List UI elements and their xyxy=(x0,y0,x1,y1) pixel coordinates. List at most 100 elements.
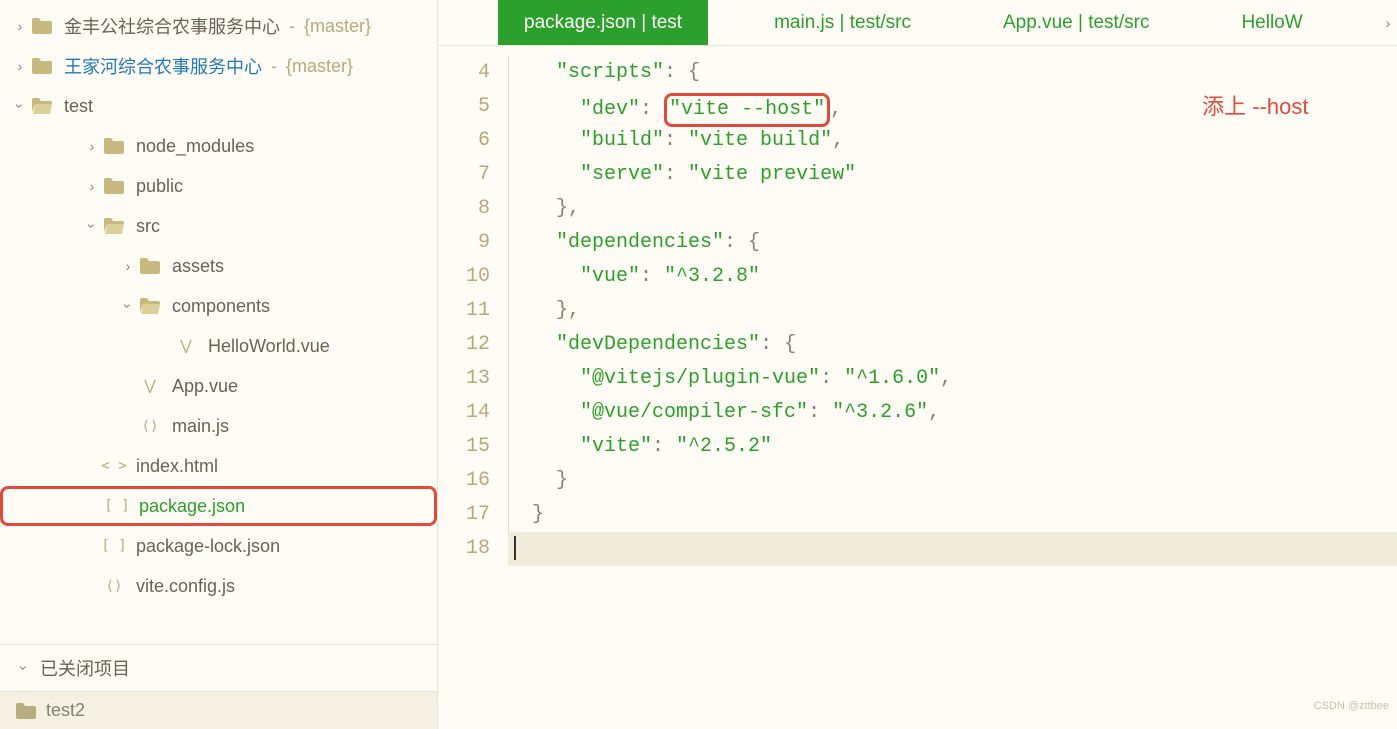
branch-annotation: - xyxy=(284,16,300,37)
code-token: , xyxy=(830,98,842,121)
code-line[interactable]: "build": "vite build", xyxy=(508,124,1397,158)
project-label: 王家河综合农事服务中心 xyxy=(64,53,262,79)
code-token: : { xyxy=(664,61,700,84)
chevron-right-icon: › xyxy=(82,138,102,154)
code-token: : { xyxy=(724,231,760,254)
project-label: test xyxy=(64,96,93,117)
line-number: 12 xyxy=(438,328,490,362)
line-number: 15 xyxy=(438,430,490,464)
code-line[interactable]: "serve": "vite preview" xyxy=(508,158,1397,192)
project-row[interactable]: › 金丰公社综合农事服务中心 - {master} xyxy=(0,6,437,46)
code-token: "dependencies" xyxy=(556,231,724,254)
tree-item-label: node_modules xyxy=(136,136,254,157)
closed-projects-section[interactable]: › 已关闭项目 xyxy=(0,644,437,691)
folder-row[interactable]: › node_modules xyxy=(0,126,437,166)
tab-scroll-right-icon[interactable]: › xyxy=(1379,0,1397,45)
tree-item-label: package-lock.json xyxy=(136,536,280,557)
code-line[interactable]: "vue": "^3.2.8" xyxy=(508,260,1397,294)
code-token: : xyxy=(664,163,688,186)
tree-item-label: App.vue xyxy=(172,376,238,397)
code-line[interactable]: } xyxy=(508,498,1397,532)
line-number: 11 xyxy=(438,294,490,328)
file-row[interactable]: < >index.html xyxy=(0,446,437,486)
code-line[interactable]: "scripts": { xyxy=(508,56,1397,90)
file-row[interactable]: ⋁ App.vue xyxy=(0,366,437,406)
folder-icon xyxy=(138,258,162,274)
closed-project-row[interactable]: test2 xyxy=(0,691,437,729)
watermark: CSDN @zttbee xyxy=(1314,689,1389,723)
folder-row[interactable]: ›components xyxy=(0,286,437,326)
code-line[interactable]: "dev": "vite --host",添上 --host xyxy=(508,90,1397,124)
code-line[interactable] xyxy=(508,532,1397,566)
code-token: "vue" xyxy=(580,265,640,288)
code-token: "devDependencies" xyxy=(556,333,760,356)
vue-file-icon: ⋁ xyxy=(138,378,162,394)
chevron-right-icon: › xyxy=(82,178,102,194)
folder-icon xyxy=(102,178,126,194)
chevron-down-icon: › xyxy=(12,96,28,116)
folder-row[interactable]: ›assets xyxy=(0,246,437,286)
line-number-gutter: 456789101112131415161718 xyxy=(438,46,508,729)
chevron-down-icon: › xyxy=(84,216,100,236)
js-file-icon: ⟨⟩ xyxy=(102,578,126,594)
chevron-right-icon: › xyxy=(10,58,30,74)
file-row[interactable]: ⟨⟩main.js xyxy=(0,406,437,446)
file-row[interactable]: [ ] package-lock.json xyxy=(0,526,437,566)
folder-open-icon xyxy=(138,298,162,314)
code-token: "^2.5.2" xyxy=(676,435,772,458)
editor: package.json | test main.js | test/src App… xyxy=(438,0,1397,729)
folder-row[interactable]: ›public xyxy=(0,166,437,206)
editor-tab[interactable]: main.js | test/src xyxy=(748,0,937,45)
file-tree[interactable]: › 金丰公社综合农事服务中心 - {master} › 王家河综合农事服务中心 … xyxy=(0,0,437,644)
branch-name: {master} xyxy=(304,16,371,37)
folder-row[interactable]: ›src xyxy=(0,206,437,246)
code-line[interactable]: "vite": "^2.5.2" xyxy=(508,430,1397,464)
file-row[interactable]: ⋁HelloWorld.vue xyxy=(0,326,437,366)
code-token: "dev" xyxy=(580,98,640,121)
sidebar: › 金丰公社综合农事服务中心 - {master} › 王家河综合农事服务中心 … xyxy=(0,0,438,729)
closed-project-label: test2 xyxy=(46,700,85,721)
tab-bar: package.json | test main.js | test/src App… xyxy=(438,0,1397,46)
json-file-icon: [ ] xyxy=(102,538,126,554)
editor-tab[interactable]: App.vue | test/src xyxy=(977,0,1175,45)
file-row[interactable]: ⟨⟩vite.config.js xyxy=(0,566,437,606)
code-line[interactable]: "dependencies": { xyxy=(508,226,1397,260)
code-line[interactable]: } xyxy=(508,464,1397,498)
editor-tab[interactable]: package.json | test xyxy=(498,0,708,45)
line-number: 17 xyxy=(438,498,490,532)
code-token: , xyxy=(928,401,940,424)
chevron-down-icon: › xyxy=(16,658,32,678)
code-line[interactable]: }, xyxy=(508,192,1397,226)
line-number: 14 xyxy=(438,396,490,430)
file-row[interactable]: [ ]package.json xyxy=(0,486,437,526)
project-row[interactable]: › 王家河综合农事服务中心 - {master} xyxy=(0,46,437,86)
code-token: "serve" xyxy=(580,163,664,186)
annotation-label: 添上 --host xyxy=(1202,94,1308,119)
code-token: "vite" xyxy=(580,435,652,458)
code-line[interactable]: "@vitejs/plugin-vue": "^1.6.0", xyxy=(508,362,1397,396)
text-cursor xyxy=(514,536,516,560)
code-token: : xyxy=(640,98,664,121)
code-token: , xyxy=(832,129,844,152)
chevron-down-icon: › xyxy=(120,296,136,316)
closed-projects-label: 已关闭项目 xyxy=(40,655,130,681)
project-row-open[interactable]: › test xyxy=(0,86,437,126)
code-token: "vite build" xyxy=(688,129,832,152)
line-number: 7 xyxy=(438,158,490,192)
tree-item-label: main.js xyxy=(172,416,229,437)
html-file-icon: < > xyxy=(102,458,126,474)
code-line[interactable]: "devDependencies": { xyxy=(508,328,1397,362)
code-area[interactable]: 456789101112131415161718 "scripts": { "d… xyxy=(438,46,1397,729)
code-content[interactable]: "scripts": { "dev": "vite --host",添上 --h… xyxy=(508,46,1397,729)
folder-open-icon xyxy=(30,98,54,114)
tree-item-label: package.json xyxy=(139,496,245,517)
code-token: "^3.2.8" xyxy=(664,265,760,288)
code-token: : xyxy=(808,401,832,424)
editor-tab[interactable]: HelloW xyxy=(1215,0,1328,45)
code-line[interactable]: }, xyxy=(508,294,1397,328)
code-line[interactable]: "@vue/compiler-sfc": "^3.2.6", xyxy=(508,396,1397,430)
folder-icon xyxy=(30,18,54,34)
line-number: 4 xyxy=(438,56,490,90)
branch-name: {master} xyxy=(286,56,353,77)
code-token: }, xyxy=(556,197,580,220)
